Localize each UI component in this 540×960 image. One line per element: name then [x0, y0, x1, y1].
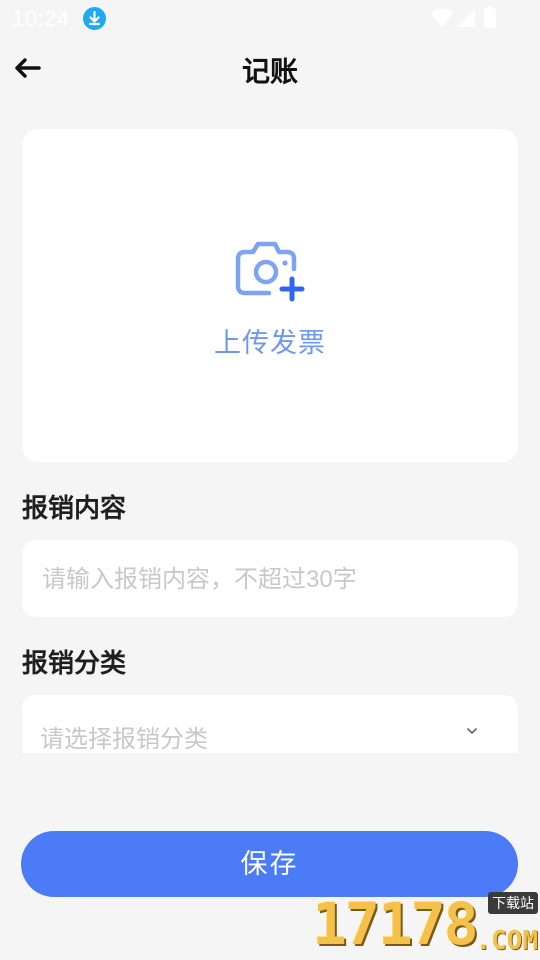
watermark-domain: .COM	[475, 926, 538, 956]
upload-invoice-card[interactable]: 上传发票	[22, 129, 518, 462]
category-select-placeholder: 请选择报销分类	[40, 726, 208, 753]
watermark-badge: 下载站	[488, 892, 538, 914]
save-button[interactable]: 保存	[21, 831, 518, 897]
battery-icon	[484, 6, 496, 28]
category-section-label: 报销分类	[22, 648, 127, 678]
chevron-down-icon	[467, 728, 477, 735]
camera-add-icon	[235, 241, 305, 302]
nav-bar: 记账	[0, 40, 540, 96]
signal-icon	[457, 9, 475, 27]
category-select[interactable]: 请选择报销分类	[22, 695, 518, 753]
download-icon	[83, 7, 106, 30]
watermark-logo: 17178 下载站 .COM	[310, 890, 540, 960]
upload-invoice-label: 上传发票	[214, 328, 326, 358]
content-section-label: 报销内容	[22, 493, 127, 523]
content-input[interactable]	[40, 540, 484, 619]
content-input-box[interactable]	[22, 540, 518, 619]
status-time: 10:24	[12, 6, 70, 31]
wifi-icon	[430, 8, 454, 27]
watermark-number: 17178	[312, 890, 479, 958]
page-title: 记账	[241, 56, 298, 87]
status-bar: 10:24	[0, 0, 540, 36]
